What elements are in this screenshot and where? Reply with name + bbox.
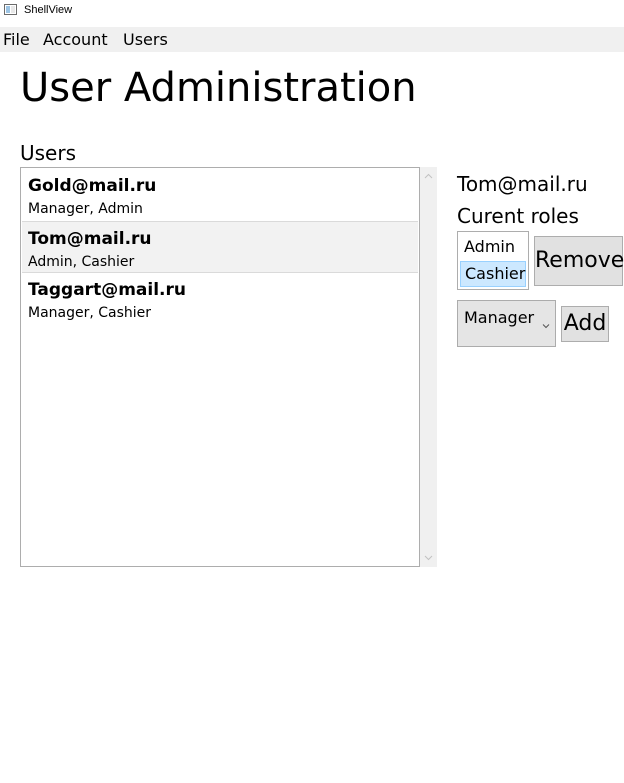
users-list[interactable]: Gold@mail.ru Manager, Admin Tom@mail.ru … (20, 167, 420, 567)
menu-users[interactable]: Users (123, 30, 168, 50)
role-list-item-selected[interactable]: Cashier (460, 261, 526, 287)
app-window-icon (4, 4, 17, 15)
role-list-item[interactable]: Admin (460, 235, 526, 261)
title-bar: ShellView (0, 0, 624, 22)
users-list-scrollbar[interactable] (420, 167, 437, 567)
user-email: Tom@mail.ru (28, 229, 152, 249)
menu-file[interactable]: File (3, 30, 30, 50)
user-email: Taggart@mail.ru (28, 280, 186, 300)
remove-role-button[interactable]: Remove (534, 236, 624, 286)
window-title: ShellView (24, 4, 73, 16)
current-roles-list[interactable]: Admin Cashier (457, 231, 529, 290)
scroll-down-icon[interactable] (424, 553, 433, 562)
user-list-item[interactable]: Gold@mail.ru Manager, Admin (22, 169, 418, 221)
users-label: Users (20, 141, 77, 165)
role-dropdown[interactable]: Manager (457, 300, 556, 347)
current-roles-label: Curent roles (457, 204, 579, 228)
page-title: User Administration (20, 65, 417, 111)
user-list-item-selected[interactable]: Tom@mail.ru Admin, Cashier (22, 221, 418, 273)
selected-user-email: Tom@mail.ru (457, 172, 588, 196)
user-roles: Manager, Cashier (28, 305, 152, 321)
user-roles: Manager, Admin (28, 201, 143, 217)
menu-bar: File Account Users (0, 27, 624, 52)
scroll-up-icon[interactable] (424, 172, 433, 181)
add-role-button[interactable]: Add (561, 306, 609, 342)
chevron-down-icon (542, 315, 550, 329)
shell-window: ShellView File Account Users User Admini… (0, 0, 624, 783)
user-email: Gold@mail.ru (28, 176, 157, 196)
menu-account[interactable]: Account (43, 30, 108, 50)
role-dropdown-value: Manager (464, 308, 535, 327)
user-roles: Admin, Cashier (28, 254, 135, 270)
user-list-item[interactable]: Taggart@mail.ru Manager, Cashier (22, 273, 418, 325)
